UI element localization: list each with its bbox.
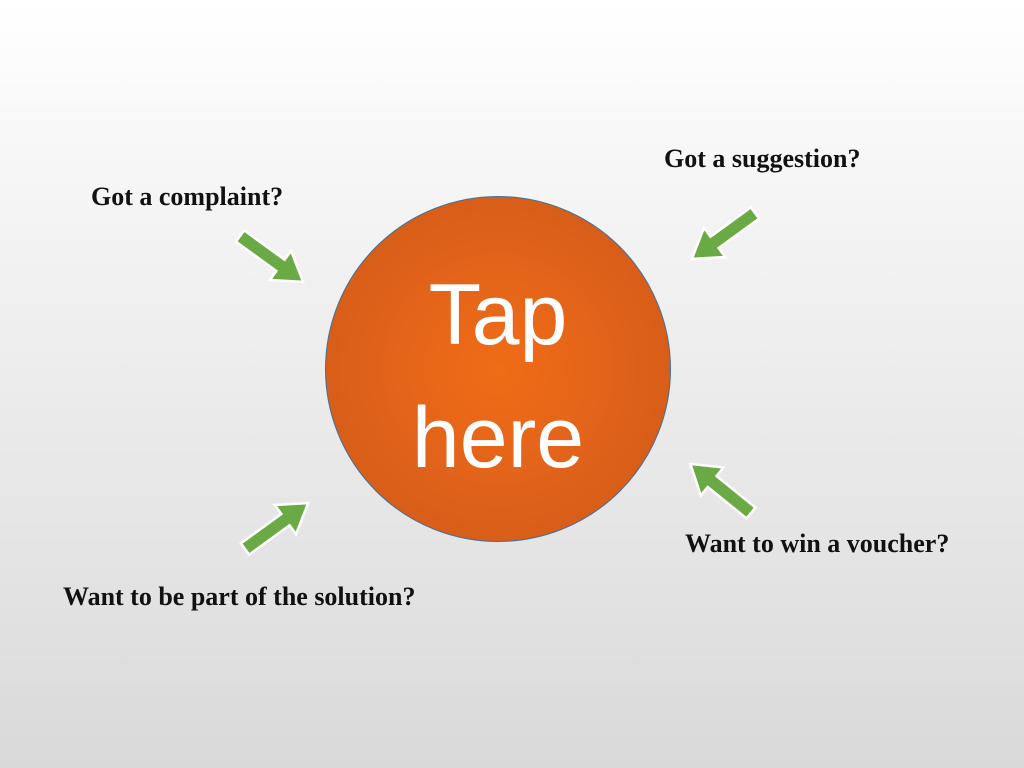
tap-here-label-line1: Tap bbox=[428, 267, 568, 363]
arrow-to-center-icon-bottom-left bbox=[233, 487, 320, 565]
prompt-complaint: Got a complaint? bbox=[91, 182, 284, 211]
tap-here-label-line2: here bbox=[411, 390, 585, 486]
tap-here-button[interactable]: Tap here bbox=[325, 196, 671, 542]
arrow-to-center-icon-top-left bbox=[228, 220, 315, 298]
prompt-voucher: Want to win a voucher? bbox=[685, 529, 950, 558]
prompt-solution: Want to be part of the solution? bbox=[63, 582, 416, 611]
arrow-to-center-icon-bottom-right bbox=[677, 448, 764, 529]
prompt-suggestion: Got a suggestion? bbox=[664, 144, 861, 173]
arrow-to-center-icon-top-right bbox=[680, 197, 767, 275]
